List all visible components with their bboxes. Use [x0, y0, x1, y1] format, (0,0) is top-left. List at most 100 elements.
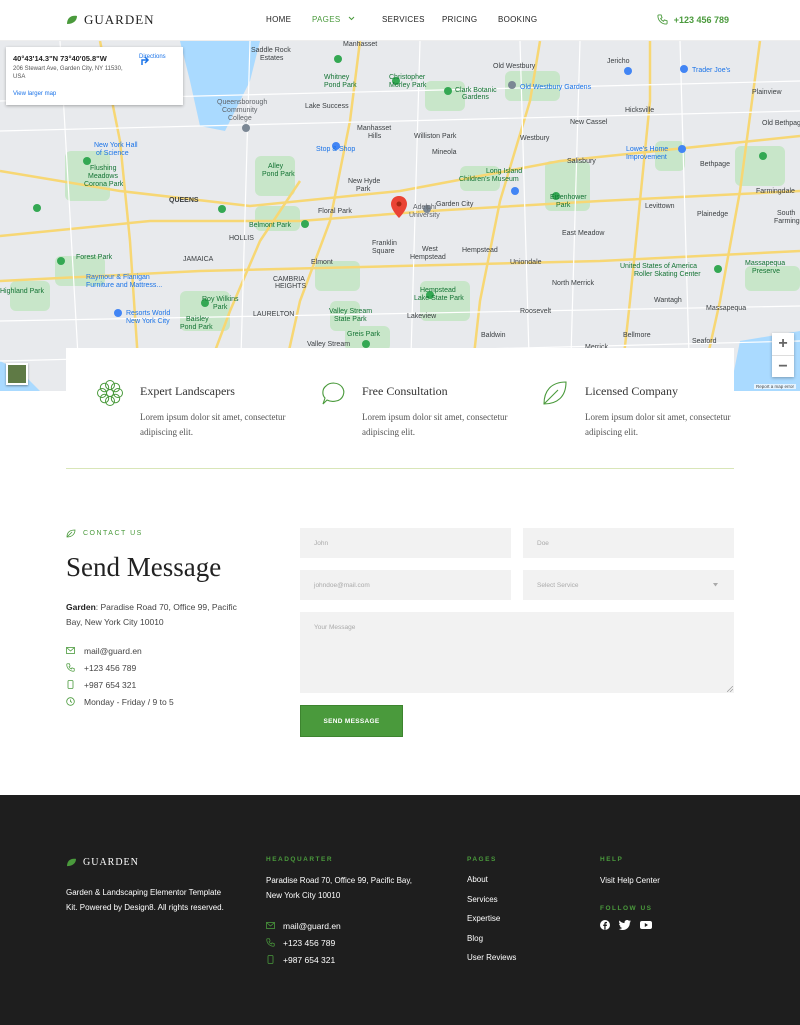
map-attribution[interactable]: Report a map error: [753, 384, 796, 389]
svg-text:Salisbury: Salisbury: [567, 158, 596, 165]
footer-email-row[interactable]: mail@guard.en: [266, 917, 341, 934]
svg-text:College: College: [228, 115, 252, 122]
svg-text:Mineola: Mineola: [432, 149, 457, 156]
contact-mobile-row[interactable]: +987 654 321: [66, 676, 174, 693]
footer-link-user-reviews[interactable]: User Reviews: [467, 953, 516, 973]
svg-text:Manhasset: Manhasset: [357, 125, 391, 132]
envelope-icon: [266, 922, 275, 929]
svg-text:LAURELTON: LAURELTON: [253, 311, 294, 318]
svg-text:Bethpage: Bethpage: [700, 161, 730, 168]
footer-contact-list: mail@guard.en +123 456 789 +987 654 321: [266, 917, 341, 968]
footer-phone: +123 456 789: [283, 937, 336, 948]
svg-text:Plainview: Plainview: [752, 89, 783, 96]
twitter-icon[interactable]: [619, 920, 631, 930]
svg-text:Floral Park: Floral Park: [318, 208, 352, 215]
feature-title: Expert Landscapers: [140, 384, 235, 398]
footer-link-expertise[interactable]: Expertise: [467, 914, 516, 934]
view-larger-map-link[interactable]: View larger map: [13, 91, 56, 97]
zoom-out-button[interactable]: −: [772, 355, 794, 377]
site-header: GUARDEN HOME PAGES SERVICES PRICING BOOK…: [0, 0, 800, 41]
footer-logo-text: GUARDEN: [83, 857, 139, 868]
nav-booking[interactable]: BOOKING: [498, 15, 537, 24]
last-name-input[interactable]: Doe: [523, 528, 734, 558]
directions-link[interactable]: Directions: [139, 54, 166, 65]
footer-phone-row[interactable]: +123 456 789: [266, 934, 341, 951]
svg-text:Forest Park: Forest Park: [76, 254, 113, 261]
footer-link-services[interactable]: Services: [467, 895, 516, 915]
svg-text:QUEENS: QUEENS: [169, 197, 199, 204]
message-textarea[interactable]: Your Message: [300, 612, 734, 693]
contact-email: mail@guard.en: [84, 645, 142, 656]
email-input[interactable]: johndoe@mail.com: [300, 570, 511, 600]
feature-title: Free Consultation: [362, 384, 448, 398]
footer-mobile: +987 654 321: [283, 954, 336, 965]
svg-text:United States of America: United States of America: [620, 263, 697, 270]
headquarter-heading: HEADQUARTER: [266, 856, 334, 863]
facebook-icon[interactable]: [600, 920, 610, 930]
svg-text:Pond Park: Pond Park: [324, 82, 357, 89]
help-heading: HELP: [600, 856, 624, 863]
map-info-card: 40°43'14.3"N 73°40'05.8"W 206 Stewart Av…: [6, 47, 183, 105]
satellite-toggle[interactable]: [6, 363, 28, 385]
footer-logo[interactable]: GUARDEN: [66, 857, 139, 868]
leaf-logo-icon: [67, 15, 77, 24]
svg-text:Furniture and Mattress...: Furniture and Mattress...: [86, 282, 162, 289]
send-message-title: Send Message: [66, 552, 222, 582]
svg-text:Christopher: Christopher: [389, 74, 426, 81]
nav-services[interactable]: SERVICES: [382, 15, 425, 24]
svg-text:East Meadow: East Meadow: [562, 230, 605, 237]
nav-pricing[interactable]: PRICING: [442, 15, 477, 24]
svg-text:Uniondale: Uniondale: [510, 259, 542, 266]
clock-icon: [66, 697, 75, 706]
svg-text:Park: Park: [213, 304, 228, 311]
contact-phone-row[interactable]: +123 456 789: [66, 659, 174, 676]
google-map[interactable]: Saddle Rock Estates Manhasset Old Westbur…: [0, 41, 800, 391]
leaf-icon: [543, 381, 567, 405]
header-phone[interactable]: +123 456 789: [657, 14, 729, 25]
map-coordinates: 40°43'14.3"N 73°40'05.8"W: [13, 54, 107, 63]
svg-text:Massapequa: Massapequa: [745, 260, 785, 267]
footer-link-blog[interactable]: Blog: [467, 934, 516, 954]
chat-icon: [322, 382, 345, 405]
svg-text:Westbury: Westbury: [520, 135, 550, 142]
svg-text:Improvement: Improvement: [626, 154, 667, 161]
svg-text:Lakeview: Lakeview: [407, 313, 437, 320]
address-label: Garden: [66, 602, 96, 612]
leaf-small-icon: [66, 529, 76, 538]
nav-home[interactable]: HOME: [266, 15, 291, 24]
svg-text:Saddle Rock: Saddle Rock: [251, 47, 291, 54]
logo[interactable]: GUARDEN: [66, 12, 155, 28]
chevron-down-icon[interactable]: [348, 16, 355, 21]
svg-text:Pond Park: Pond Park: [262, 171, 295, 178]
svg-text:New Cassel: New Cassel: [570, 119, 608, 126]
mobile-icon: [67, 680, 74, 689]
svg-text:Massapequa: Massapequa: [706, 305, 746, 312]
nav-pages[interactable]: PAGES: [312, 15, 340, 24]
youtube-icon[interactable]: [640, 920, 652, 930]
footer-mobile-row[interactable]: +987 654 321: [266, 951, 341, 968]
svg-text:Farmingdale: Farmingdale: [756, 188, 795, 195]
social-links: [600, 920, 652, 930]
svg-text:Farmingdale: Farmingdale: [774, 218, 800, 225]
help-center-link[interactable]: Visit Help Center: [600, 873, 660, 888]
svg-text:Resorts World: Resorts World: [126, 310, 170, 317]
contact-email-row[interactable]: mail@guard.en: [66, 642, 174, 659]
leaf-logo-icon: [67, 858, 76, 867]
first-name-input[interactable]: John: [300, 528, 511, 558]
resize-handle-icon[interactable]: [727, 686, 733, 692]
svg-text:South: South: [777, 210, 795, 217]
zoom-in-button[interactable]: +: [772, 333, 794, 355]
footer-link-about[interactable]: About: [467, 875, 516, 895]
map-address: 206 Stewart Ave, Garden City, NY 11530, …: [13, 66, 123, 80]
send-message-button[interactable]: SEND MESSAGE: [300, 705, 403, 737]
svg-text:Jericho: Jericho: [607, 58, 630, 65]
svg-text:Garden City: Garden City: [436, 201, 474, 208]
zoom-controls: + −: [772, 333, 794, 377]
svg-text:Bellmore: Bellmore: [623, 332, 651, 339]
chevron-down-icon: [713, 583, 718, 587]
svg-text:Alley: Alley: [268, 163, 284, 170]
service-select[interactable]: Select Service: [523, 570, 734, 600]
svg-text:Park: Park: [356, 186, 371, 193]
features-panel: [66, 348, 734, 468]
svg-text:Children's Museum: Children's Museum: [459, 176, 519, 183]
